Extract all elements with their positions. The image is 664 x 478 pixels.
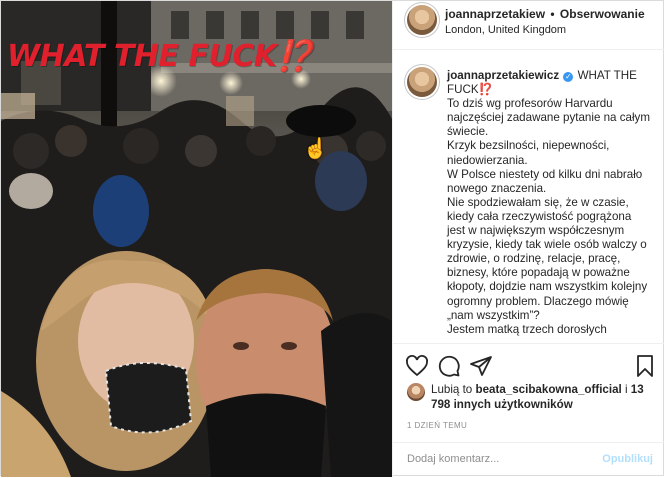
caption-line: Nie spodziewałam się, że w czasie, kiedy… xyxy=(447,195,648,322)
instagram-post: WHAT THE FUCK⁉️ ☝ joannaprzetakiew • Obs… xyxy=(0,0,664,477)
caption-body: joannaprzetakiewicz ✓ WHAT THE FUCK⁉️ To… xyxy=(447,69,652,337)
post-timestamp[interactable]: 1 DZIEŃ TEMU xyxy=(407,421,467,430)
liker-avatar[interactable] xyxy=(407,383,425,401)
likes-text: Lubią to beata_scibakowna_official i 13 … xyxy=(431,382,651,412)
heart-icon[interactable] xyxy=(405,354,429,378)
caption-username[interactable]: joannaprzetakiewicz xyxy=(447,69,559,82)
post-photo[interactable]: WHAT THE FUCK⁉️ ☝ xyxy=(1,1,392,477)
likes-middle: i xyxy=(621,383,631,396)
bookmark-icon[interactable] xyxy=(633,354,657,378)
comment-input[interactable]: Dodaj komentarz... xyxy=(407,453,499,465)
share-icon[interactable] xyxy=(469,354,493,378)
post-header: joannaprzetakiew • Obserwowanie London, … xyxy=(393,1,664,50)
separator-dot: • xyxy=(550,7,555,21)
header-user-line: joannaprzetakiew • Obserwowanie xyxy=(445,7,645,21)
caption-line: Jestem matką trzech dorosłych xyxy=(447,322,607,336)
post-location[interactable]: London, United Kingdom xyxy=(445,24,566,36)
photo-overlay-text: WHAT THE FUCK⁉️ xyxy=(7,39,314,74)
post-comment-button[interactable]: Opublikuj xyxy=(602,453,653,465)
caption-line: W Polsce niestety od kilku dni nabrało n… xyxy=(447,167,643,195)
author-username[interactable]: joannaprzetakiew xyxy=(445,7,545,21)
caption-line: Krzyk bezsilności, niepewności, niedowie… xyxy=(447,139,610,167)
verified-badge-icon: ✓ xyxy=(563,72,574,82)
hand-cursor-icon: ☝ xyxy=(303,138,328,160)
caption-line: To dziś wg profesorów Harvardu najczęści… xyxy=(447,97,651,139)
caption-author-avatar[interactable] xyxy=(407,67,437,97)
caption-first-line: joannaprzetakiewicz ✓ WHAT THE FUCK⁉️ xyxy=(447,69,652,97)
following-button[interactable]: Obserwowanie xyxy=(560,7,645,21)
author-avatar[interactable] xyxy=(407,5,437,35)
post-side-panel: joannaprzetakiew • Obserwowanie London, … xyxy=(392,1,664,477)
comment-bar: Dodaj komentarz... Opublikuj xyxy=(393,442,664,478)
comment-icon[interactable] xyxy=(437,354,461,378)
liker-username[interactable]: beata_scibakowna_official xyxy=(475,383,621,396)
post-caption: joannaprzetakiewicz ✓ WHAT THE FUCK⁉️ To… xyxy=(393,50,664,342)
likes-prefix: Lubią to xyxy=(431,383,476,396)
